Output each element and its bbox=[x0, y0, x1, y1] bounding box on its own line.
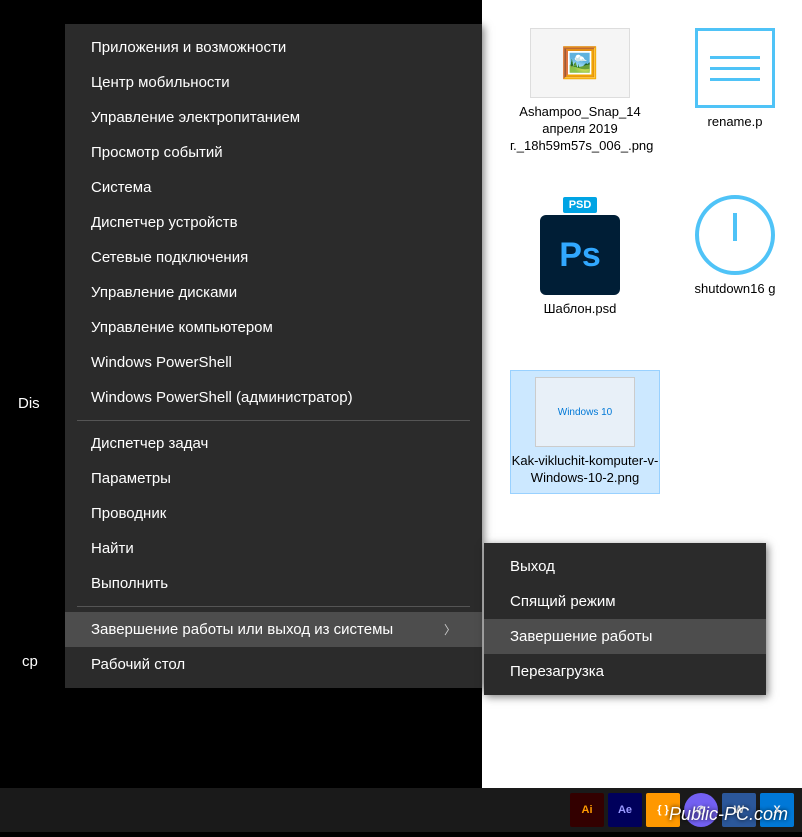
file-thumbnail-rename[interactable]: rename.p bbox=[680, 28, 790, 131]
menu-separator bbox=[77, 606, 470, 607]
menu-item-power-options[interactable]: Управление электропитанием bbox=[65, 100, 482, 135]
menu-item-apps-features[interactable]: Приложения и возможности bbox=[65, 30, 482, 65]
menu-item-system[interactable]: Система bbox=[65, 170, 482, 205]
thumbnail-label: Kak-vikluchit-komputer-v-Windows-10-2.pn… bbox=[511, 453, 659, 487]
text-file-icon bbox=[695, 28, 775, 108]
menu-item-mobility-center[interactable]: Центр мобильности bbox=[65, 65, 482, 100]
submenu-item-shutdown[interactable]: Завершение работы bbox=[484, 619, 766, 654]
thumbnail-image-icon: 🖼️ bbox=[530, 28, 630, 98]
winx-context-menu: Приложения и возможности Центр мобильнос… bbox=[65, 24, 482, 688]
thumbnail-label: rename.p bbox=[680, 114, 790, 131]
thumbnail-label: shutdown16 g bbox=[680, 281, 790, 298]
file-thumbnail-psd[interactable]: PSD Ps Шаблон.psd bbox=[510, 195, 650, 318]
menu-item-network-connections[interactable]: Сетевые подключения bbox=[65, 240, 482, 275]
menu-item-settings[interactable]: Параметры bbox=[65, 461, 482, 496]
psd-badge: PSD bbox=[563, 197, 598, 213]
menu-item-desktop[interactable]: Рабочий стол bbox=[65, 647, 482, 682]
thumbnail-label: Ashampoo_Snap_14 апреля 2019 г._18h59m57… bbox=[510, 104, 650, 155]
windows-thumbnail-icon: Windows 10 bbox=[535, 377, 635, 447]
desktop-text: Dis bbox=[18, 395, 40, 412]
submenu-item-sleep[interactable]: Спящий режим bbox=[484, 584, 766, 619]
power-icon bbox=[695, 195, 775, 275]
desktop-text: ср bbox=[22, 653, 38, 670]
menu-item-task-manager[interactable]: Диспетчер задач bbox=[65, 426, 482, 461]
submenu-item-restart[interactable]: Перезагрузка bbox=[484, 654, 766, 689]
menu-item-powershell-admin[interactable]: Windows PowerShell (администратор) bbox=[65, 380, 482, 415]
file-thumbnail-kak[interactable]: Windows 10 Kak-vikluchit-komputer-v-Wind… bbox=[510, 370, 660, 494]
submenu-item-signout[interactable]: Выход bbox=[484, 549, 766, 584]
taskbar-icon-aftereffects[interactable]: Ae bbox=[608, 793, 642, 827]
photoshop-icon: Ps bbox=[540, 215, 620, 295]
menu-separator bbox=[77, 420, 470, 421]
menu-item-search[interactable]: Найти bbox=[65, 531, 482, 566]
menu-item-powershell[interactable]: Windows PowerShell bbox=[65, 345, 482, 380]
menu-item-run[interactable]: Выполнить bbox=[65, 566, 482, 601]
chevron-right-icon: 〉 bbox=[444, 621, 456, 638]
menu-item-computer-management[interactable]: Управление компьютером bbox=[65, 310, 482, 345]
menu-item-explorer[interactable]: Проводник bbox=[65, 496, 482, 531]
menu-item-shutdown-signout[interactable]: Завершение работы или выход из системы 〉 bbox=[65, 612, 482, 647]
menu-item-event-viewer[interactable]: Просмотр событий bbox=[65, 135, 482, 170]
menu-item-disk-management[interactable]: Управление дисками bbox=[65, 275, 482, 310]
shutdown-submenu: Выход Спящий режим Завершение работы Пер… bbox=[484, 543, 766, 695]
taskbar-icon-illustrator[interactable]: Ai bbox=[570, 793, 604, 827]
file-thumbnail-ashampoo[interactable]: 🖼️ Ashampoo_Snap_14 апреля 2019 г._18h59… bbox=[510, 28, 650, 155]
thumbnail-label: Шаблон.psd bbox=[510, 301, 650, 318]
watermark: Public-PC.com bbox=[669, 804, 788, 825]
menu-item-device-manager[interactable]: Диспетчер устройств bbox=[65, 205, 482, 240]
file-thumbnail-shutdown[interactable]: shutdown16 g bbox=[680, 195, 790, 298]
